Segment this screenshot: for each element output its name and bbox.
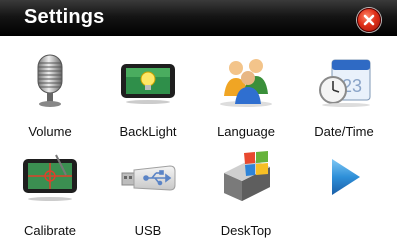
usb-tile[interactable]: USB <box>106 149 190 241</box>
calendar-clock-icon: 23 <box>316 52 372 108</box>
tile-label: Calibrate <box>23 223 77 238</box>
people-icon <box>218 52 274 108</box>
page-title: Settings <box>24 6 105 28</box>
microphone-icon <box>22 52 78 108</box>
tile-label: USB <box>134 223 162 238</box>
close-icon <box>363 14 375 26</box>
language-tile[interactable]: Language <box>204 52 288 144</box>
tile-label: Date/Time <box>314 124 374 139</box>
date-time-tile[interactable]: 23 Date/Time <box>302 52 386 144</box>
crosshair-display-icon <box>22 149 78 205</box>
lightbulb-display-icon <box>120 52 176 108</box>
usb-drive-icon <box>120 149 176 205</box>
desktop-tile[interactable]: DeskTop <box>204 149 288 241</box>
next-arrow-icon <box>316 149 372 205</box>
windows-logo-icon <box>218 149 274 205</box>
tile-label: DeskTop <box>220 223 272 238</box>
title-bar: Settings <box>0 0 397 36</box>
tile-label: BackLight <box>119 124 177 139</box>
volume-tile[interactable]: Volume <box>8 52 92 144</box>
tile-label: Volume <box>28 124 72 139</box>
settings-screen: Settings Volume BackLight Language 23 Da… <box>0 0 397 241</box>
backlight-tile[interactable]: BackLight <box>106 52 190 144</box>
tile-label: Language <box>217 124 275 139</box>
next-page-button[interactable] <box>302 149 386 241</box>
calibrate-tile[interactable]: Calibrate <box>8 149 92 241</box>
close-button[interactable] <box>357 8 381 32</box>
